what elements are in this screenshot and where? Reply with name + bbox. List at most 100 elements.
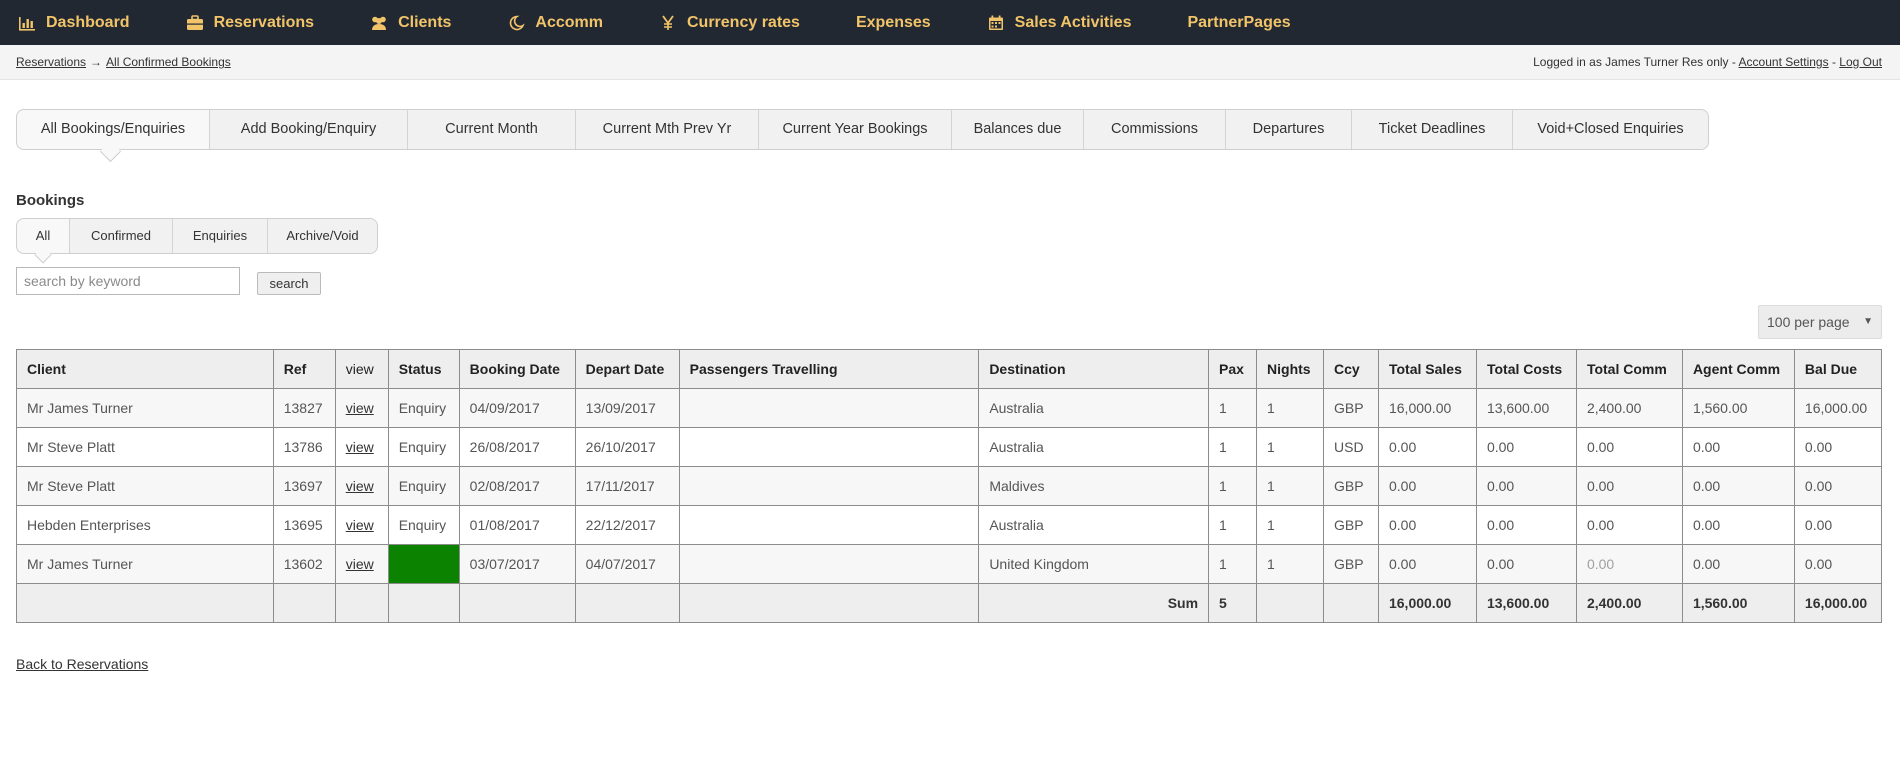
cell-status-confirmed (387, 544, 460, 584)
sum-empty (387, 583, 460, 623)
cell-booking-date: 04/09/2017 (458, 388, 576, 428)
cell-client: Mr Steve Platt (16, 466, 274, 506)
cell-total-sales: 0.00 (1377, 505, 1477, 545)
tab-current-month[interactable]: Current Month (408, 110, 576, 149)
back-to-reservations-link[interactable]: Back to Reservations (16, 656, 148, 672)
cell-total-comm: 0.00 (1575, 505, 1683, 545)
cell-pax: 1 (1208, 427, 1258, 467)
nav-sales-activities[interactable]: Sales Activities (987, 14, 1131, 32)
col-bal-due[interactable]: Bal Due (1793, 349, 1883, 389)
cell-passengers (678, 505, 980, 545)
col-status[interactable]: Status (387, 349, 460, 389)
cell-ref: 13697 (272, 466, 336, 506)
tab-add-booking[interactable]: Add Booking/Enquiry (210, 110, 408, 149)
col-total-costs[interactable]: Total Costs (1475, 349, 1577, 389)
briefcase-icon (186, 14, 204, 31)
table-row: Mr James Turner 13602 view 03/07/2017 04… (16, 544, 1883, 584)
view-link[interactable]: view (346, 556, 374, 572)
search-input[interactable] (16, 267, 240, 295)
cell-passengers (678, 427, 980, 467)
cell-total-sales: 0.00 (1377, 427, 1477, 467)
breadcrumb: Reservations → All Confirmed Bookings (16, 55, 231, 69)
cell-agent-comm: 0.00 (1681, 544, 1795, 584)
nav-accomm[interactable]: Accomm (507, 14, 603, 32)
sum-bal-due: 16,000.00 (1793, 583, 1883, 623)
cell-nights: 1 (1256, 388, 1324, 428)
col-ref[interactable]: Ref (272, 349, 336, 389)
col-client[interactable]: Client (16, 349, 274, 389)
view-link[interactable]: view (346, 400, 374, 416)
subtab-archive-void[interactable]: Archive/Void (268, 219, 377, 253)
nav-currency-rates[interactable]: Currency rates (659, 14, 800, 32)
col-depart-date[interactable]: Depart Date (574, 349, 680, 389)
search-button[interactable]: search (257, 272, 321, 295)
subtab-confirmed[interactable]: Confirmed (70, 219, 173, 253)
sum-agent-comm: 1,560.00 (1681, 583, 1795, 623)
subtab-all[interactable]: All (17, 219, 70, 253)
nav-partnerpages[interactable]: PartnerPages (1187, 14, 1290, 32)
tab-all-bookings[interactable]: All Bookings/Enquiries (17, 110, 210, 149)
breadcrumb-reservations-link[interactable]: Reservations (16, 55, 86, 69)
tab-void-closed-enquiries[interactable]: Void+Closed Enquiries (1513, 110, 1708, 149)
cell-agent-comm: 0.00 (1681, 427, 1795, 467)
cell-total-comm: 0.00 (1575, 544, 1683, 584)
table-row: Hebden Enterprises 13695 view Enquiry 01… (16, 505, 1883, 545)
sum-total-sales: 16,000.00 (1377, 583, 1477, 623)
tab-current-year-bookings[interactable]: Current Year Bookings (759, 110, 952, 149)
logout-link[interactable]: Log Out (1839, 55, 1882, 69)
cell-booking-date: 02/08/2017 (458, 466, 576, 506)
view-link[interactable]: view (346, 478, 374, 494)
col-agent-comm[interactable]: Agent Comm (1681, 349, 1795, 389)
nav-label: Clients (398, 13, 452, 31)
cell-view: view (334, 388, 389, 428)
col-booking-date[interactable]: Booking Date (458, 349, 576, 389)
sum-empty (678, 583, 980, 623)
cell-nights: 1 (1256, 544, 1324, 584)
nav-clients[interactable]: Clients (370, 14, 451, 32)
tab-departures[interactable]: Departures (1226, 110, 1352, 149)
tab-commissions[interactable]: Commissions (1084, 110, 1226, 149)
sum-empty (1256, 583, 1324, 623)
nav-dashboard[interactable]: Dashboard (18, 14, 130, 32)
cell-booking-date: 03/07/2017 (458, 544, 576, 584)
table-row: Mr Steve Platt 13697 view Enquiry 02/08/… (16, 466, 1883, 506)
cell-destination: Australia (978, 427, 1210, 467)
cell-bal-due: 0.00 (1793, 427, 1883, 467)
cell-pax: 1 (1208, 544, 1258, 584)
nav-label: Dashboard (46, 13, 130, 31)
col-pax[interactable]: Pax (1208, 349, 1258, 389)
col-destination[interactable]: Destination (978, 349, 1210, 389)
cell-total-sales: 16,000.00 (1377, 388, 1477, 428)
cell-destination: United Kingdom (978, 544, 1210, 584)
users-icon (370, 15, 388, 31)
nav-expenses[interactable]: Expenses (856, 14, 931, 32)
breadcrumb-current-link[interactable]: All Confirmed Bookings (106, 55, 231, 69)
nav-reservations[interactable]: Reservations (186, 14, 314, 32)
tab-current-mth-prev-yr[interactable]: Current Mth Prev Yr (576, 110, 759, 149)
cell-nights: 1 (1256, 505, 1324, 545)
logged-in-text: Logged in as James Turner Res only - (1533, 55, 1736, 69)
cell-status: Enquiry (387, 505, 460, 545)
cell-pax: 1 (1208, 466, 1258, 506)
view-link[interactable]: view (346, 439, 374, 455)
account-settings-link[interactable]: Account Settings (1739, 55, 1829, 69)
cell-total-sales: 0.00 (1377, 466, 1477, 506)
col-total-comm[interactable]: Total Comm (1575, 349, 1683, 389)
col-total-sales[interactable]: Total Sales (1377, 349, 1477, 389)
col-nights[interactable]: Nights (1256, 349, 1324, 389)
cell-nights: 1 (1256, 466, 1324, 506)
tab-ticket-deadlines[interactable]: Ticket Deadlines (1352, 110, 1513, 149)
col-passengers[interactable]: Passengers Travelling (678, 349, 980, 389)
col-ccy[interactable]: Ccy (1323, 349, 1379, 389)
cell-total-comm: 0.00 (1575, 466, 1683, 506)
cell-bal-due: 0.00 (1793, 505, 1883, 545)
view-link[interactable]: view (346, 517, 374, 533)
tab-balances-due[interactable]: Balances due (952, 110, 1084, 149)
cell-ref: 13827 (272, 388, 336, 428)
cell-ref: 13602 (272, 544, 336, 584)
per-page-select[interactable]: 100 per page ▼ (1758, 305, 1882, 339)
moon-icon (507, 15, 526, 31)
cell-total-costs: 0.00 (1475, 505, 1577, 545)
cell-view: view (334, 427, 389, 467)
subtab-enquiries[interactable]: Enquiries (173, 219, 268, 253)
